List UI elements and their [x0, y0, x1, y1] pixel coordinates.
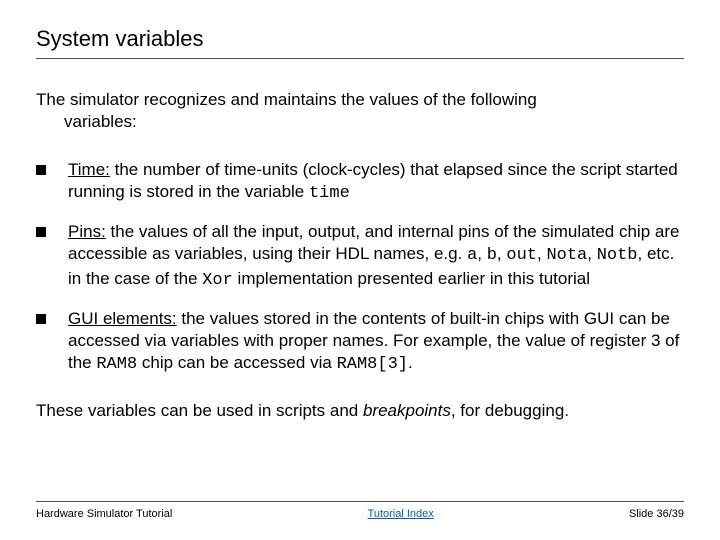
- code-text: a: [467, 246, 477, 265]
- bullet-segment: implementation presented earlier in this…: [233, 269, 590, 288]
- footer-right: Slide 36/39: [629, 508, 684, 520]
- bullet-segment: ,: [477, 244, 486, 263]
- intro-line2: variables:: [36, 111, 684, 133]
- bullet-segment: ,: [497, 244, 506, 263]
- square-bullet-icon: [36, 165, 46, 175]
- bullet-text: Time: the number of time-units (clock-cy…: [68, 159, 684, 205]
- footer: Hardware Simulator Tutorial Tutorial Ind…: [36, 501, 684, 520]
- bullet-segment: ,: [587, 244, 596, 263]
- bullet-item: Time: the number of time-units (clock-cy…: [36, 159, 684, 205]
- code-text: Nota: [546, 246, 587, 265]
- bullet-segment: the number of time-units (clock-cycles) …: [68, 160, 678, 201]
- bullet-label: Time:: [68, 160, 110, 179]
- code-text: Notb: [597, 246, 638, 265]
- bullet-item: Pins: the values of all the input, outpu…: [36, 221, 684, 291]
- code-text: RAM8[3]: [337, 355, 408, 374]
- footer-left: Hardware Simulator Tutorial: [36, 508, 172, 520]
- closing-text: These variables can be used in scripts a…: [36, 400, 684, 422]
- square-bullet-icon: [36, 227, 46, 237]
- slide: System variables The simulator recognize…: [0, 0, 720, 540]
- tutorial-index-link[interactable]: Tutorial Index: [368, 508, 434, 520]
- intro-text: The simulator recognizes and maintains t…: [36, 89, 684, 133]
- code-text: time: [309, 184, 350, 203]
- code-text: b: [487, 246, 497, 265]
- bullet-text: GUI elements: the values stored in the c…: [68, 308, 684, 376]
- footer-line: Hardware Simulator Tutorial Tutorial Ind…: [36, 501, 684, 520]
- code-text: out: [506, 246, 537, 265]
- bullet-label: GUI elements:: [68, 309, 177, 328]
- intro-line1: The simulator recognizes and maintains t…: [36, 90, 537, 109]
- closing-pre: These variables can be used in scripts a…: [36, 401, 363, 420]
- square-bullet-icon: [36, 314, 46, 324]
- bullet-segment: chip can be accessed via: [137, 353, 336, 372]
- bullet-list: Time: the number of time-units (clock-cy…: [36, 159, 684, 376]
- slide-title: System variables: [36, 26, 684, 59]
- bullet-segment: .: [408, 353, 413, 372]
- closing-post: , for debugging.: [451, 401, 569, 420]
- bullet-item: GUI elements: the values stored in the c…: [36, 308, 684, 376]
- code-text: RAM8: [96, 355, 137, 374]
- closing-em: breakpoints: [363, 401, 451, 420]
- bullet-text: Pins: the values of all the input, outpu…: [68, 221, 684, 291]
- code-text: Xor: [202, 271, 233, 290]
- bullet-label: Pins:: [68, 222, 106, 241]
